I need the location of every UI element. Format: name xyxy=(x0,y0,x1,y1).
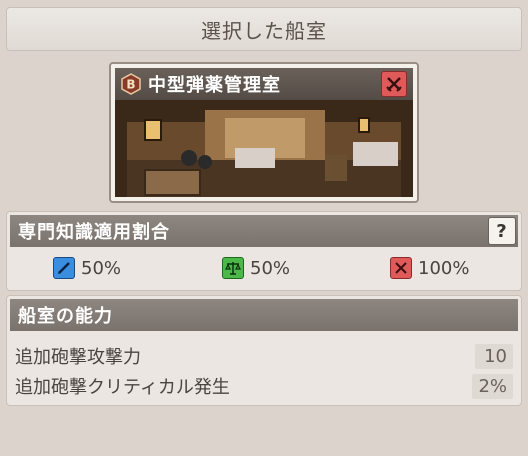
room-card[interactable]: B 中型弾薬管理室 xyxy=(109,62,419,203)
ratio-swords: 100% xyxy=(390,257,469,279)
pen-icon xyxy=(53,257,75,279)
ratio-swords-value: 100% xyxy=(418,257,470,279)
abilities-title-bar: 船室の能力 xyxy=(10,299,518,331)
ratio-scales: 50% xyxy=(222,257,290,279)
crossed-swords-icon xyxy=(390,257,412,279)
room-title-bar: B 中型弾薬管理室 xyxy=(115,68,413,100)
header-title: 選択した船室 xyxy=(201,18,327,43)
room-illustration xyxy=(115,100,413,197)
ratio-scales-value: 50% xyxy=(250,257,291,279)
expertise-title: 専門知識適用割合 xyxy=(18,222,170,243)
abilities-panel: 船室の能力 追加砲撃攻撃力 10 追加砲撃クリティカル発生 2% xyxy=(6,295,522,406)
ability-row: 追加砲撃攻撃力 10 xyxy=(15,342,513,370)
abilities-title: 船室の能力 xyxy=(18,306,113,327)
ratio-pen-value: 50% xyxy=(81,257,122,279)
selected-room-header: 選択した船室 xyxy=(6,7,522,51)
crossed-swords-icon xyxy=(381,71,407,97)
ability-value: 2% xyxy=(472,373,513,399)
ability-row: 追加砲撃クリティカル発生 2% xyxy=(15,372,513,400)
help-button[interactable]: ? xyxy=(488,217,516,245)
ability-label: 追加砲撃クリティカル発生 xyxy=(15,377,230,398)
expertise-panel: 専門知識適用割合 ? 50% 50% 100% xyxy=(6,211,522,291)
room-name: 中型弾薬管理室 xyxy=(148,75,281,96)
room-grade-badge-icon: B xyxy=(120,73,142,95)
help-label: ? xyxy=(496,220,508,242)
ability-value: 10 xyxy=(475,343,513,369)
svg-text:B: B xyxy=(126,78,135,92)
ability-label: 追加砲撃攻撃力 xyxy=(15,347,141,368)
expertise-title-bar: 専門知識適用割合 ? xyxy=(10,215,518,247)
scales-icon xyxy=(222,257,244,279)
ratio-pen: 50% xyxy=(53,257,121,279)
